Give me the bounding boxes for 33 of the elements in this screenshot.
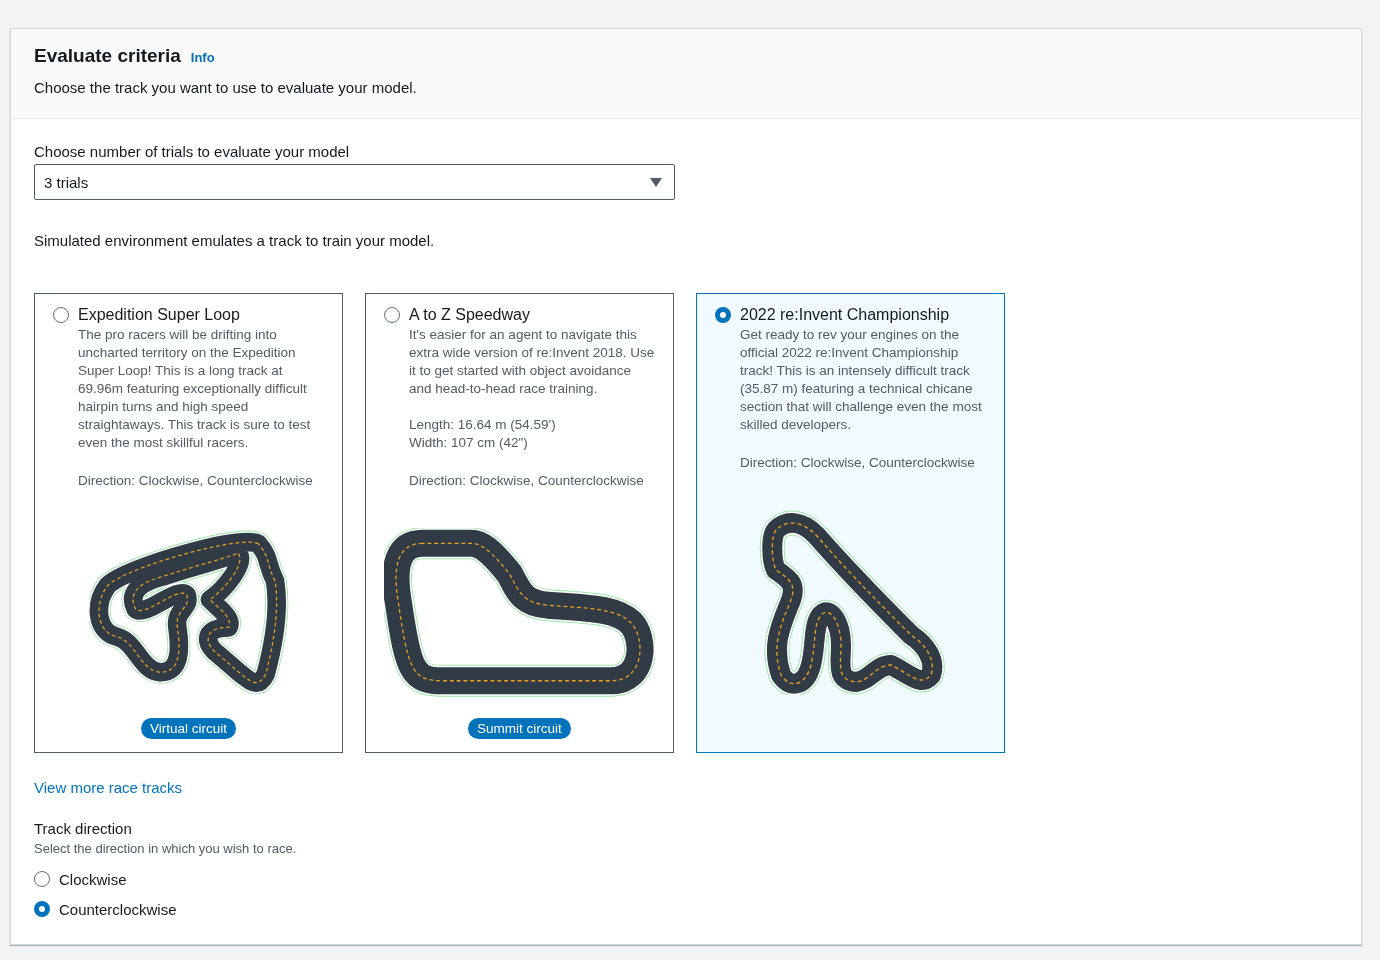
track-name: A to Z Speedway bbox=[409, 306, 530, 324]
info-link[interactable]: Info bbox=[190, 50, 215, 65]
caret-icon bbox=[650, 177, 662, 187]
track-name: 2022 re:Invent Championship bbox=[740, 306, 950, 324]
radio-label: Counterclockwise bbox=[59, 900, 177, 918]
environment-note: Simulated environment emulates a track to train your model. bbox=[34, 232, 436, 249]
track-description: It's easier for an agent to navigate this extra wide version of re:Invent 2018. Use it to get started with object avoidance and head-to-head race training. bbox=[409, 326, 655, 398]
track-spec: Length: 16.64 m (54.59') bbox=[409, 416, 557, 434]
section-description: Choose the track you want to use to evaluate your model. bbox=[34, 79, 418, 96]
circuit-badge: Summit circuit bbox=[468, 718, 571, 739]
section-title: Evaluate criteria bbox=[34, 45, 181, 67]
track-description: The pro racers will be drifting into uncharted territory on the Expedition Super Loop! This is a long track at 69.96m featuring exceptionally difficult hairpin turns and high speed straightaways. This track is sure to test even the most skillful racers. bbox=[78, 326, 312, 452]
field-description: Select the direction in which you wish to race. bbox=[34, 841, 298, 856]
track-direction: Direction: Clockwise, Counterclockwise bbox=[409, 472, 645, 490]
track-card[interactable] bbox=[696, 293, 1005, 753]
view-more-link[interactable]: View more race tracks bbox=[34, 779, 183, 796]
radio-button[interactable] bbox=[34, 871, 50, 887]
circuit-badge: Virtual circuit bbox=[141, 718, 236, 739]
track-direction: Direction: Clockwise, Counterclockwise bbox=[740, 454, 976, 472]
radio-button[interactable] bbox=[34, 901, 50, 917]
radio-label: Clockwise bbox=[59, 870, 127, 888]
track-direction: Direction: Clockwise, Counterclockwise bbox=[78, 472, 314, 490]
radio-button[interactable] bbox=[384, 307, 400, 323]
track-name: Expedition Super Loop bbox=[78, 306, 240, 324]
trials-dropdown[interactable]: 3 trials bbox=[34, 164, 675, 200]
track-card[interactable] bbox=[34, 293, 343, 753]
radio-button[interactable] bbox=[53, 307, 69, 323]
field-label: Choose number of trials to evaluate your model bbox=[34, 143, 351, 160]
field-label: Track direction bbox=[34, 820, 133, 837]
track-description: Get ready to rev your engines on the official 2022 re:Invent Championship track! This is an intensely difficult track (35.87 m) featuring a technical chicane section that will challenge even the most skilled developers. bbox=[740, 326, 983, 434]
track-spec: Width: 107 cm (42") bbox=[409, 434, 529, 452]
track-card[interactable] bbox=[365, 293, 674, 753]
radio-button[interactable] bbox=[715, 307, 731, 323]
